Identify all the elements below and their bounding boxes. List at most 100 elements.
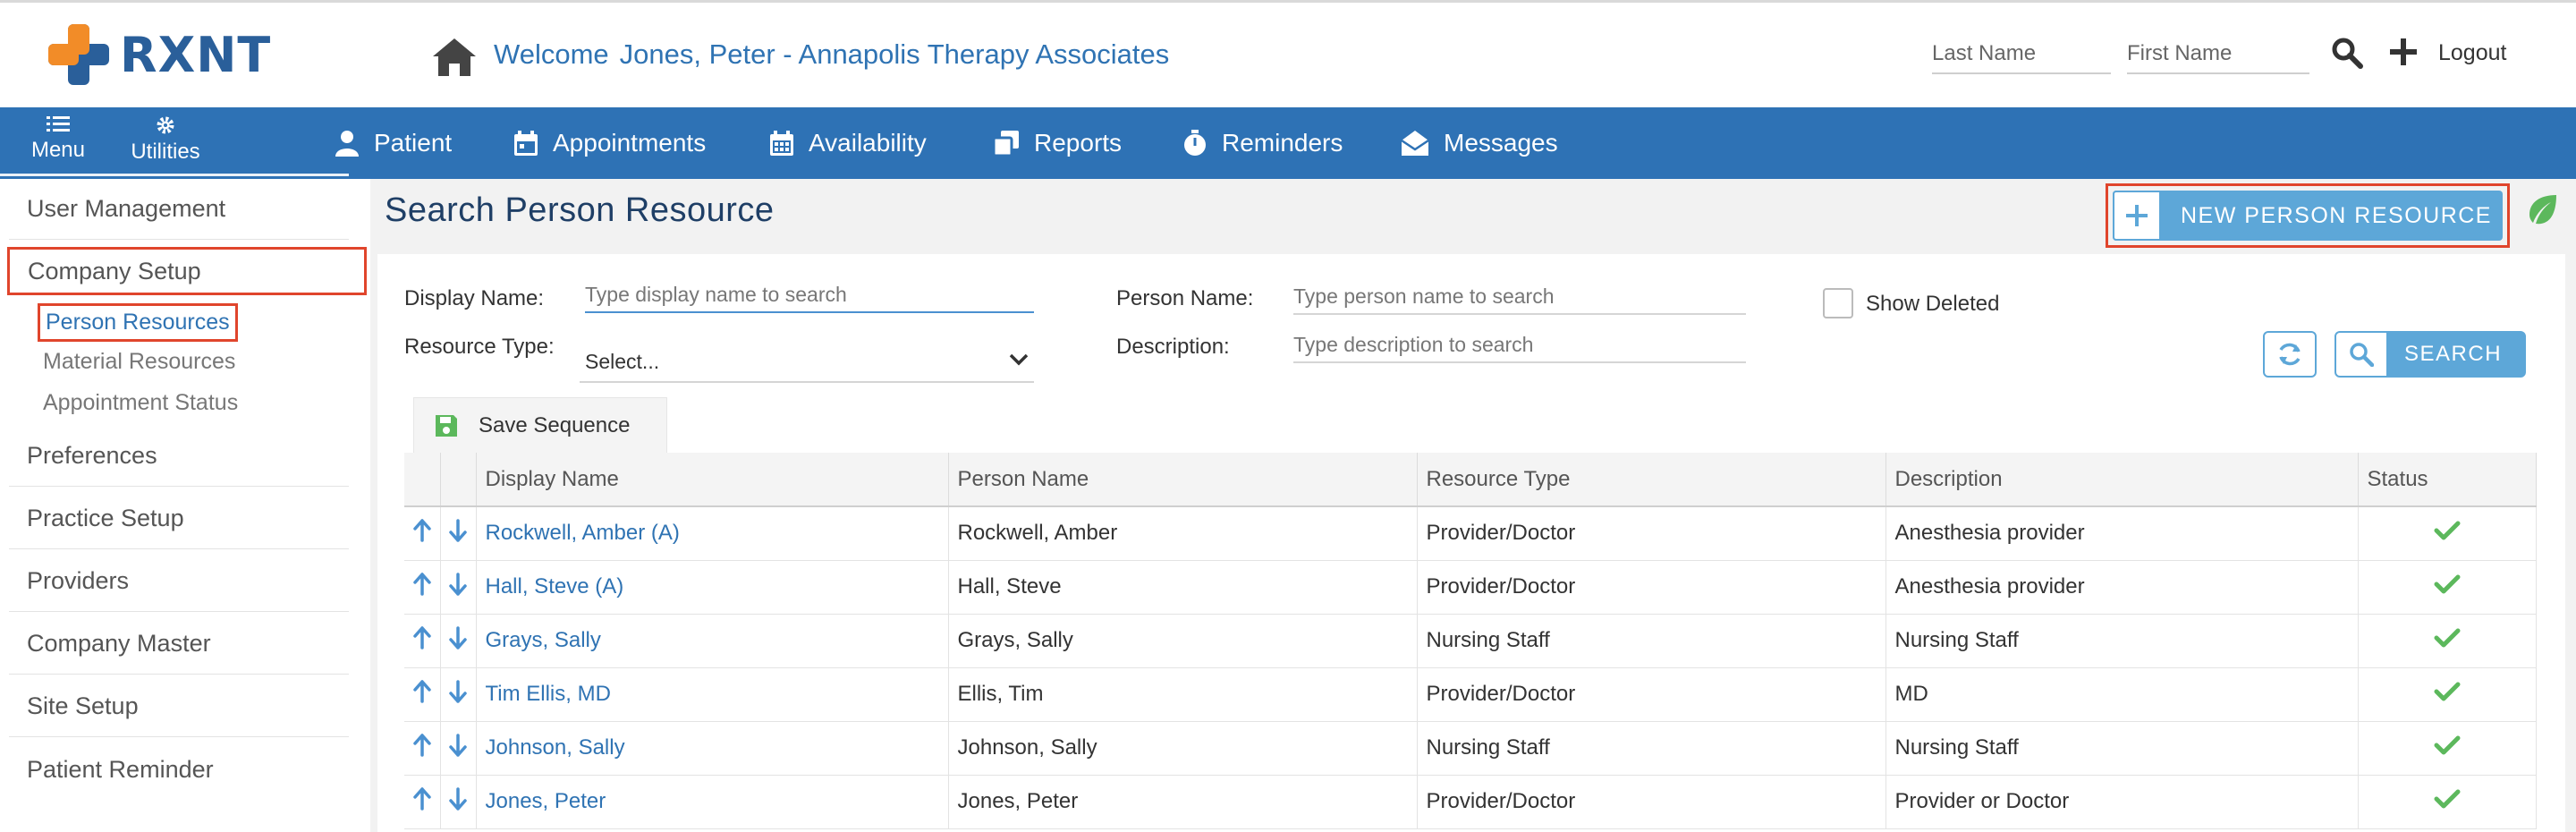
sidebar-sub-person-resources[interactable]: Person Resources [38, 303, 238, 342]
calendar-grid-icon [770, 131, 793, 156]
search-icon[interactable] [2331, 37, 2363, 69]
welcome-user[interactable]: Jones, Peter - Annapolis Therapy Associa… [620, 38, 1170, 70]
nav-reports[interactable]: Reports [993, 125, 1122, 161]
col-person-name[interactable]: Person Name [948, 453, 1418, 507]
move-up-button[interactable] [404, 721, 441, 776]
arrow-up-icon [413, 679, 431, 703]
move-up-button[interactable] [404, 667, 441, 722]
nav-availability[interactable]: Availability [769, 125, 927, 161]
move-down-button[interactable] [440, 506, 477, 561]
person-name-cell: Hall, Steve [948, 560, 1418, 615]
status-cell [2358, 560, 2537, 615]
person-name-input[interactable] [1293, 279, 1746, 315]
col-description[interactable]: Description [1885, 453, 2359, 507]
sidebar-item-company-master[interactable]: Company Master [9, 614, 349, 675]
arrow-up-icon [413, 625, 431, 649]
menu-button[interactable]: Menu [27, 115, 89, 163]
arrow-down-icon [449, 625, 467, 649]
sidebar-item-patient-reminder[interactable]: Patient Reminder [9, 739, 349, 800]
col-status[interactable]: Status [2358, 453, 2537, 507]
logout-link[interactable]: Logout [2438, 40, 2506, 66]
person-name-cell: Ellis, Tim [948, 667, 1418, 722]
leaf-icon[interactable] [2524, 191, 2560, 227]
description-cell: Nursing Staff [1885, 721, 2359, 776]
sidebar-item-label: Company Master [27, 630, 211, 657]
sidebar-item-label: Company Setup [28, 257, 201, 284]
display-name-link[interactable]: Jones, Peter [476, 775, 949, 829]
col-display-name[interactable]: Display Name [476, 453, 949, 507]
rxnt-cross-icon [48, 24, 109, 85]
nav-appointments[interactable]: Appointments [513, 125, 706, 161]
status-cell [2358, 506, 2537, 561]
display-name-link[interactable]: Johnson, Sally [476, 721, 949, 776]
refresh-button[interactable] [2263, 331, 2317, 378]
sidebar-item-label: Practice Setup [27, 505, 184, 531]
resource-type-select[interactable]: Select... [580, 342, 1034, 383]
nav-appointments-label: Appointments [553, 129, 707, 157]
display-name-link[interactable]: Grays, Sally [476, 614, 949, 668]
move-down-button[interactable] [440, 614, 477, 668]
nav-reminders[interactable]: Reminders [1182, 125, 1343, 161]
sidebar-item-practice-setup[interactable]: Practice Setup [9, 488, 349, 549]
new-person-resource-button[interactable]: NEW PERSON RESOURCE [2113, 191, 2503, 241]
description-cell: MD [1885, 667, 2359, 722]
sidebar-item-company-setup[interactable]: Company Setup [7, 247, 367, 295]
move-down-button[interactable] [440, 560, 477, 615]
move-down-button[interactable] [440, 721, 477, 776]
add-patient-icon[interactable] [2388, 37, 2419, 67]
save-sequence-label: Save Sequence [479, 413, 631, 437]
first-name-input[interactable] [2127, 35, 2309, 74]
nav-patient-label: Patient [374, 129, 453, 157]
plus-icon [2113, 191, 2161, 241]
check-icon [2434, 682, 2461, 700]
move-up-button[interactable] [404, 775, 441, 829]
display-name-link[interactable]: Tim Ellis, MD [476, 667, 949, 722]
sidebar-item-label: User Management [27, 195, 226, 222]
rxnt-logo[interactable]: RXNT [47, 22, 271, 87]
welcome-text: Welcome Jones, Peter - Annapolis Therapy … [494, 38, 1169, 71]
nav-patient[interactable]: Patient [335, 125, 452, 161]
arrow-up-icon [413, 733, 431, 757]
sidebar-item-preferences[interactable]: Preferences [9, 426, 349, 487]
table-row: Rockwell, Amber (A) Rockwell, Amber Provid… [404, 506, 2537, 561]
sidebar-sub-label: Appointment Status [43, 390, 239, 415]
new-button-label: NEW PERSON RESOURCE [2181, 202, 2492, 228]
resource-type-cell: Nursing Staff [1417, 614, 1886, 668]
resource-type-cell: Nursing Staff [1417, 721, 1886, 776]
sidebar-sub-appointment-status[interactable]: Appointment Status [43, 390, 238, 416]
save-sequence-button[interactable]: Save Sequence [413, 397, 667, 454]
display-name-link[interactable]: Rockwell, Amber (A) [476, 506, 949, 561]
display-name-link[interactable]: Hall, Steve (A) [476, 560, 949, 615]
floppy-disk-icon [436, 415, 457, 437]
move-up-button[interactable] [404, 614, 441, 668]
new-button-highlight: NEW PERSON RESOURCE [2106, 183, 2510, 248]
envelope-open-icon [1401, 131, 1429, 156]
sidebar-item-user-management[interactable]: User Management [9, 179, 349, 240]
person-name-cell: Johnson, Sally [948, 721, 1418, 776]
search-icon [2336, 333, 2386, 376]
display-name-input[interactable] [585, 277, 1034, 313]
show-deleted-checkbox[interactable] [1823, 288, 1853, 318]
move-up-button[interactable] [404, 560, 441, 615]
home-icon[interactable] [431, 37, 478, 78]
move-down-button[interactable] [440, 775, 477, 829]
welcome-label: Welcome [494, 38, 609, 70]
sidebar-item-label: Site Setup [27, 692, 139, 719]
sidebar-item-site-setup[interactable]: Site Setup [9, 676, 349, 737]
resource-type-value: Select... [585, 349, 660, 373]
description-input[interactable] [1293, 327, 1746, 363]
sidebar-sub-material-resources[interactable]: Material Resources [43, 349, 235, 375]
sidebar-item-providers[interactable]: Providers [9, 551, 349, 612]
move-up-button[interactable] [404, 506, 441, 561]
utilities-button[interactable]: Utilities [125, 115, 206, 165]
last-name-input[interactable] [1932, 35, 2111, 74]
status-cell [2358, 775, 2537, 829]
check-icon [2434, 628, 2461, 647]
person-name-label: Person Name: [1116, 286, 1254, 310]
search-button[interactable]: SEARCH [2334, 331, 2526, 378]
nav-messages[interactable]: Messages [1401, 125, 1558, 161]
resource-type-label: Resource Type: [404, 335, 555, 359]
sidebar-item-label: Preferences [27, 442, 157, 469]
move-down-button[interactable] [440, 667, 477, 722]
col-resource-type[interactable]: Resource Type [1417, 453, 1886, 507]
